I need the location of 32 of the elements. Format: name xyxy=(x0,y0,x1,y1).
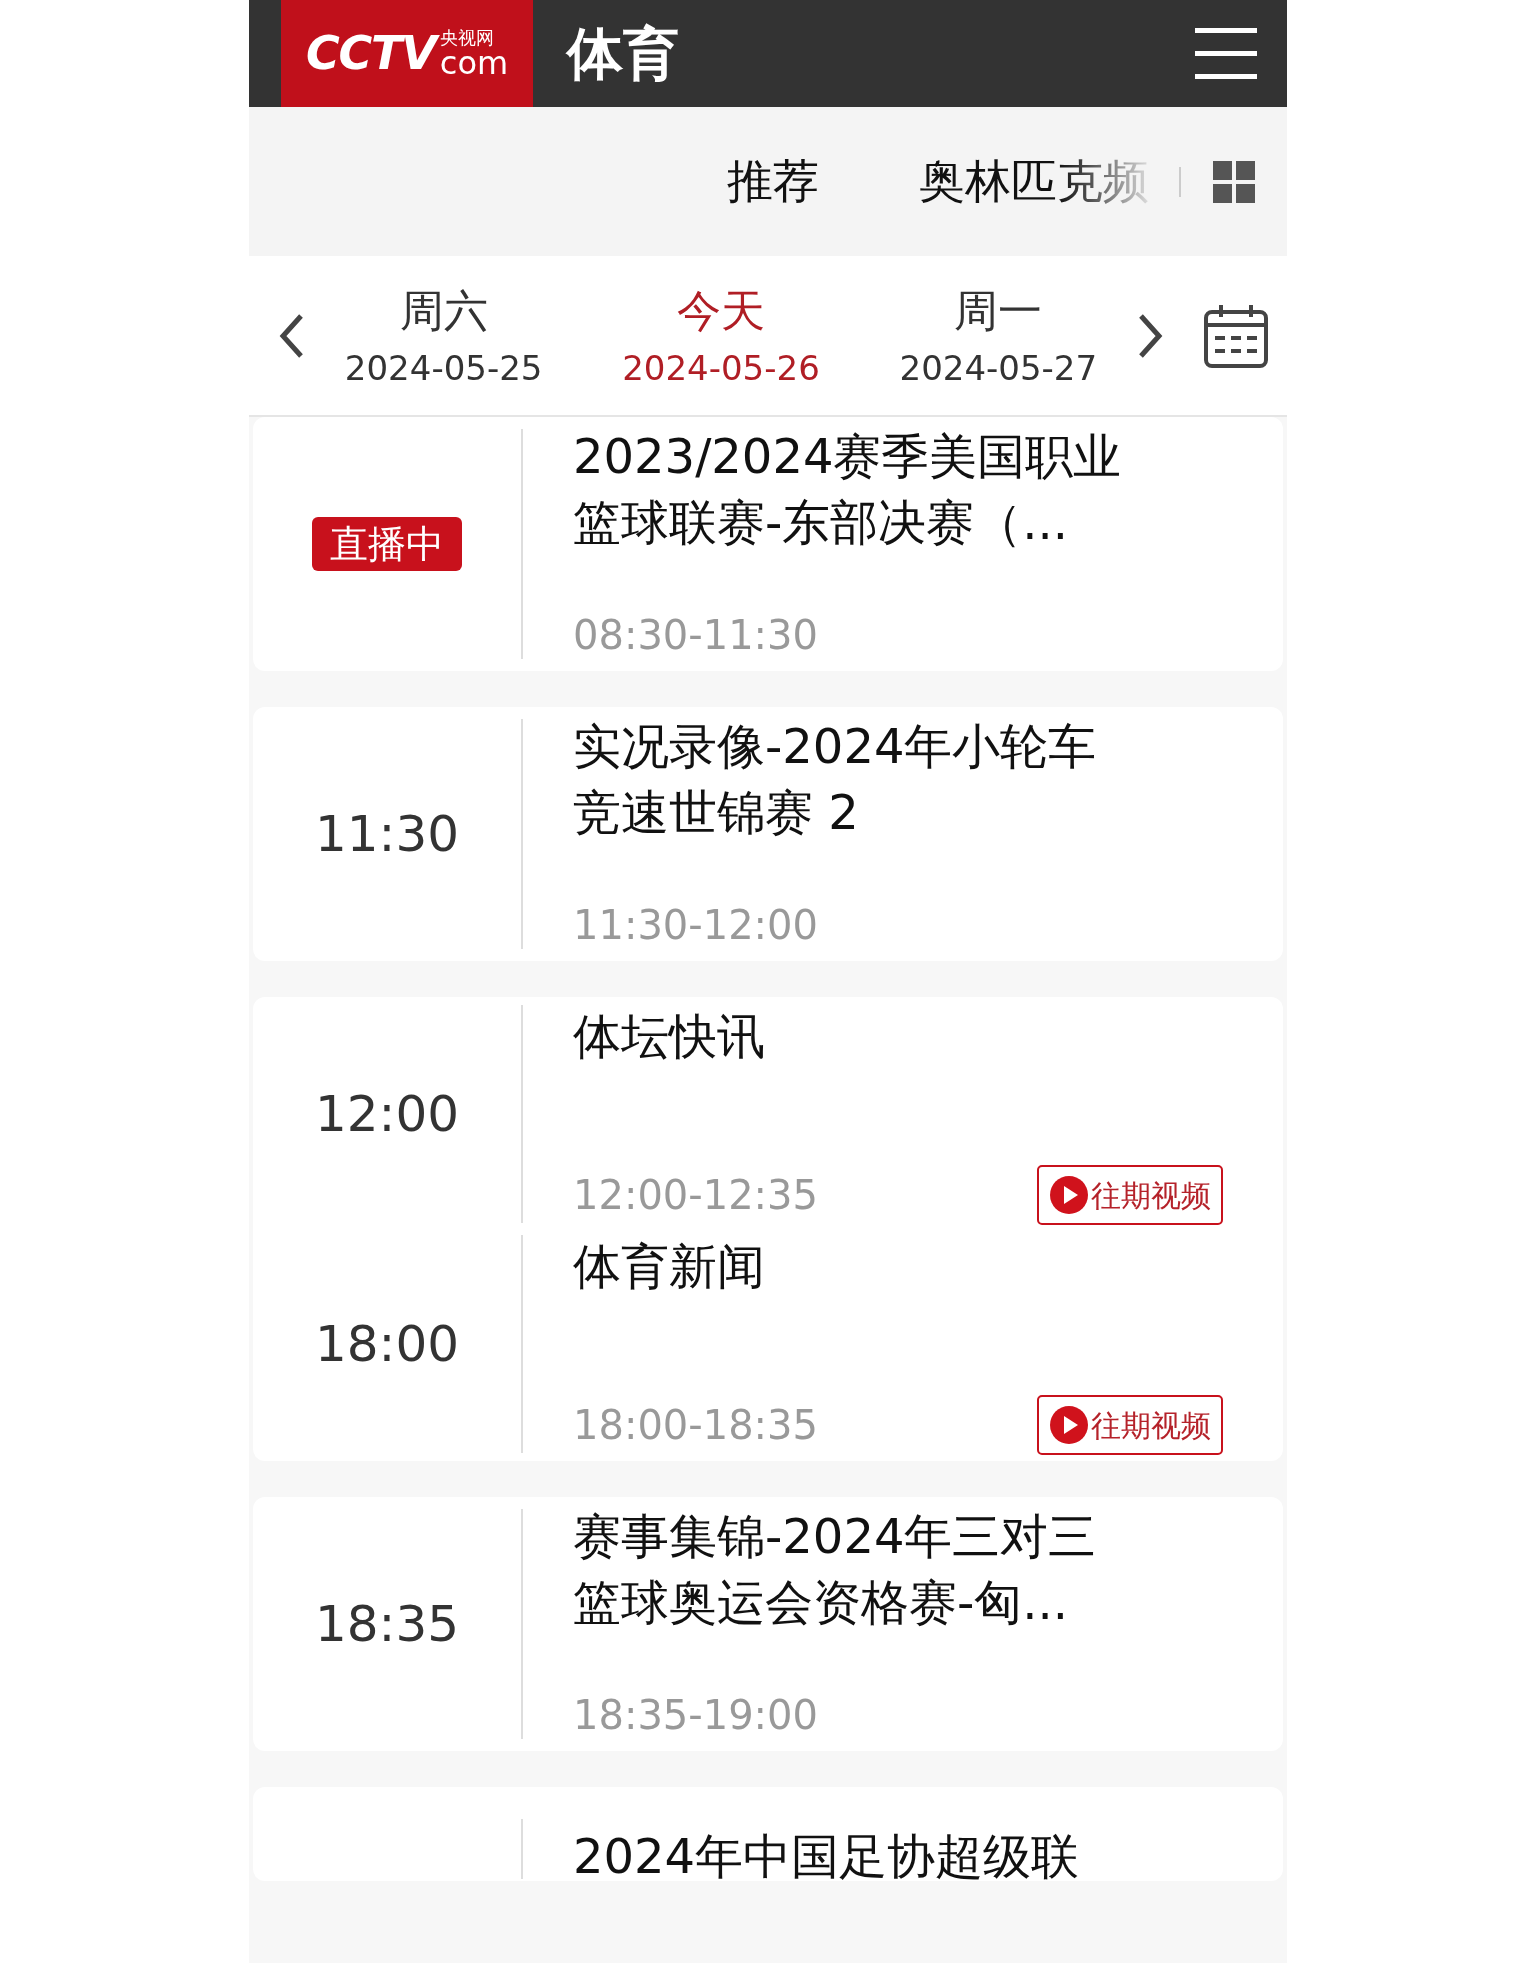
time-range: 18:35-19:00 xyxy=(573,1691,818,1740)
logo-domain: com xyxy=(439,46,509,79)
channel-tab[interactable]: 推荐 xyxy=(727,147,819,216)
calendar-icon[interactable] xyxy=(1203,302,1269,369)
replay-video-button[interactable]: 往期视频 xyxy=(1037,1395,1223,1455)
time-range: 12:00-12:35 xyxy=(573,1171,818,1220)
grid-icon[interactable] xyxy=(1213,160,1255,203)
start-time: 12:00 xyxy=(314,1083,460,1145)
play-icon xyxy=(1049,1175,1089,1215)
date-tab[interactable]: 今天 2024-05-26 xyxy=(622,278,820,393)
date-tab[interactable]: 周一 2024-05-27 xyxy=(899,278,1098,393)
menu-icon[interactable] xyxy=(1195,25,1257,82)
program-title[interactable]: 体坛快讯 xyxy=(573,1003,1223,1069)
chevron-left-icon[interactable] xyxy=(279,312,305,359)
program-title[interactable]: 2023/2024赛季美国职业 篮球联赛-东部决赛（... xyxy=(573,423,1223,555)
date-tab[interactable]: 周六 2024-05-25 xyxy=(344,278,543,393)
program-title[interactable]: 赛事集锦-2024年三对三 篮球奥运会资格赛-匈... xyxy=(573,1503,1223,1635)
time-range: 08:30-11:30 xyxy=(573,611,818,660)
start-time: 18:35 xyxy=(314,1593,460,1655)
program-title[interactable]: 实况录像-2024年小轮车 竞速世锦赛 2 xyxy=(573,713,1223,845)
play-icon xyxy=(1049,1405,1089,1445)
program-title[interactable]: 2024年中国足协超级联 xyxy=(573,1823,1223,1889)
time-range: 11:30-12:00 xyxy=(573,901,818,950)
page-title: 体育 xyxy=(567,19,679,88)
time-range: 18:00-18:35 xyxy=(573,1401,818,1450)
live-badge: 直播中 xyxy=(312,517,462,571)
replay-video-button[interactable]: 往期视频 xyxy=(1037,1165,1223,1225)
start-time: 11:30 xyxy=(314,803,460,865)
logo-chinese: 央视网 xyxy=(439,28,495,47)
start-time: 18:00 xyxy=(314,1313,460,1375)
chevron-right-icon[interactable] xyxy=(1137,312,1163,359)
program-title[interactable]: 体育新闻 xyxy=(573,1233,1223,1299)
